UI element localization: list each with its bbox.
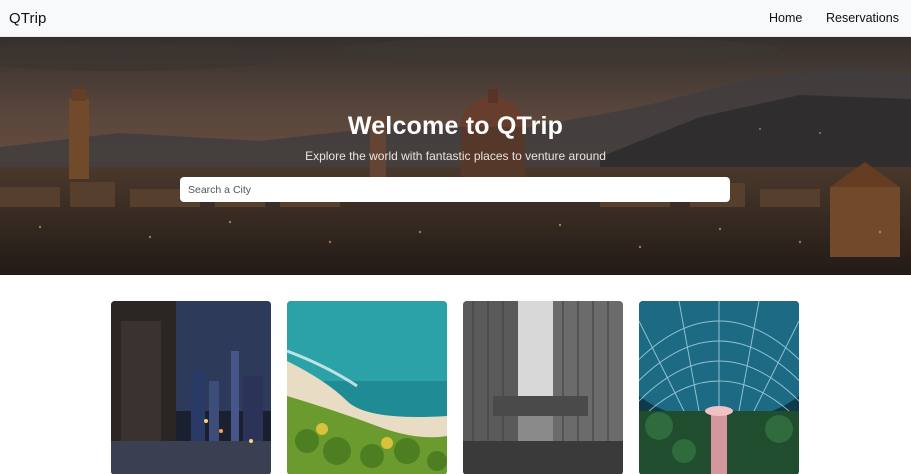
city-card[interactable] xyxy=(111,301,271,474)
nav-reservations-link[interactable]: Reservations xyxy=(826,11,899,25)
hero-title: Welcome to QTrip xyxy=(347,112,564,140)
hero-banner: Welcome to QTrip Explore the world with … xyxy=(0,37,911,275)
city-card[interactable] xyxy=(639,301,799,474)
top-navbar: QTrip Home Reservations xyxy=(0,0,911,37)
city-card-image xyxy=(111,301,271,474)
city-search-input[interactable] xyxy=(180,177,730,202)
brand-logo[interactable]: QTrip xyxy=(9,10,46,27)
city-card-image xyxy=(639,301,799,474)
hero-subtitle: Explore the world with fantastic places … xyxy=(305,149,606,163)
nav-home-link[interactable]: Home xyxy=(769,11,802,25)
city-card[interactable] xyxy=(287,301,447,474)
city-card-image xyxy=(463,301,623,474)
city-card[interactable] xyxy=(463,301,623,474)
city-cards-grid xyxy=(111,301,801,474)
city-card-image xyxy=(287,301,447,474)
